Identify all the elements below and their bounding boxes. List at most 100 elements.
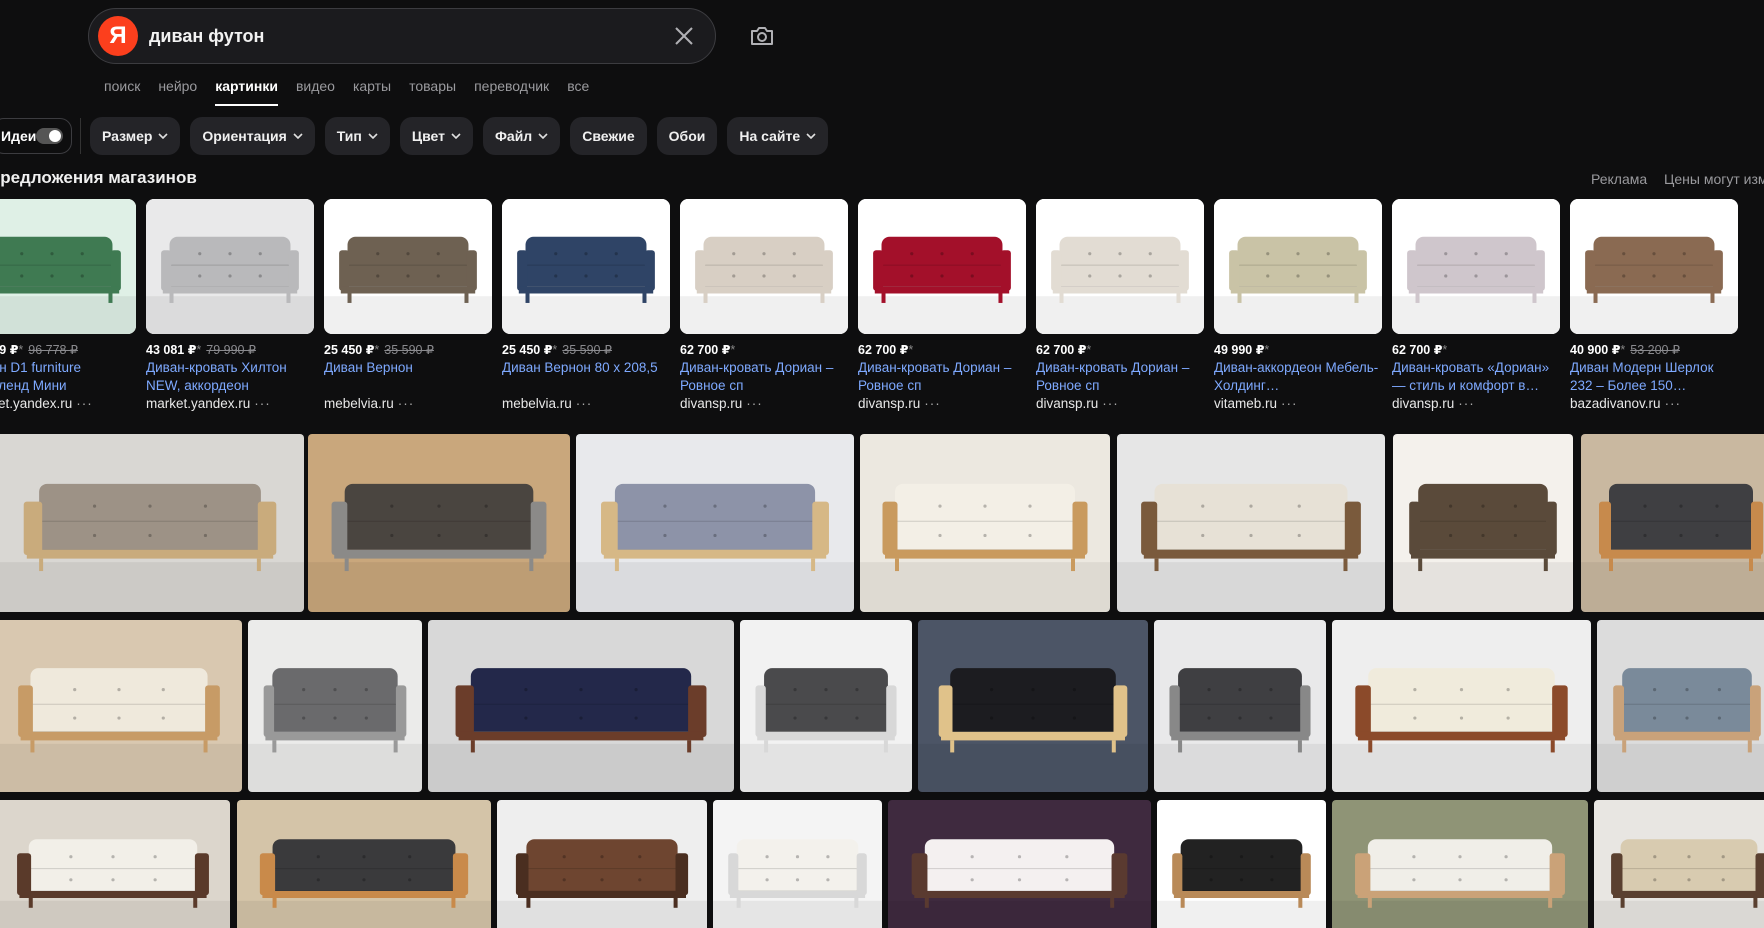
ad-label[interactable]: Реклама <box>1591 171 1647 187</box>
image-result[interactable] <box>428 620 734 792</box>
image-result[interactable] <box>0 800 230 928</box>
image-result[interactable] <box>713 800 882 928</box>
filter-chip[interactable]: Ориентация <box>190 117 315 155</box>
image-result[interactable] <box>1117 434 1385 612</box>
offer-image[interactable] <box>0 199 136 334</box>
offer-card[interactable]: 62 700 ₽* Диван-кровать Дориан – Ровное с… <box>680 199 848 411</box>
tab-3[interactable]: видео <box>296 76 335 106</box>
offer-title-link[interactable]: Диван Вернон <box>324 359 492 395</box>
camera-icon[interactable] <box>748 22 776 50</box>
image-result[interactable] <box>860 434 1110 612</box>
offer-title-link[interactable]: Диван-кровать Дориан – Ровное сп <box>1036 359 1204 395</box>
yandex-logo[interactable]: Я <box>98 16 138 56</box>
offer-image[interactable] <box>502 199 670 334</box>
offer-card[interactable]: 25 450 ₽* 35 590 ₽ Диван Вернон 80 х 208,5… <box>502 199 670 411</box>
offer-domain[interactable]: divansp.ru ··· <box>1036 395 1204 413</box>
tab-6[interactable]: переводчик <box>474 76 549 106</box>
offer-card[interactable]: 43 889 ₽* 96 778 ₽ Диван D1 furniture Порт… <box>0 199 136 411</box>
offer-domain[interactable]: mebelvia.ru ··· <box>324 395 492 413</box>
filter-chip[interactable]: Цвет <box>399 117 473 155</box>
tab-2[interactable]: картинки <box>215 76 278 106</box>
image-result[interactable] <box>740 620 912 792</box>
offer-card[interactable]: 43 081 ₽* 79 990 ₽ Диван-кровать Хилтон NE… <box>146 199 314 411</box>
offer-domain[interactable]: market.yandex.ru··· <box>146 395 314 413</box>
image-result[interactable] <box>0 620 242 792</box>
image-result[interactable] <box>1581 434 1764 612</box>
offer-image[interactable] <box>1214 199 1382 334</box>
offer-title-link[interactable]: Диван Вернон 80 х 208,5 <box>502 359 670 395</box>
toggle-switch-icon[interactable] <box>36 128 63 144</box>
search-bar[interactable]: Я диван футон <box>88 8 716 64</box>
offer-card[interactable]: 62 700 ₽* Диван-кровать Дориан – Ровное с… <box>858 199 1026 411</box>
offer-image[interactable] <box>1036 199 1204 334</box>
more-icon[interactable]: ··· <box>746 396 763 411</box>
image-result[interactable] <box>1594 800 1764 928</box>
more-icon[interactable]: ··· <box>1102 396 1119 411</box>
offer-image[interactable] <box>324 199 492 334</box>
more-icon[interactable]: ··· <box>76 396 93 411</box>
offer-title-link[interactable]: Диван D1 furniture Портленд Мини <box>0 359 136 395</box>
tab-7[interactable]: все <box>567 76 589 106</box>
image-result[interactable] <box>1332 800 1588 928</box>
more-icon[interactable]: ··· <box>1281 396 1298 411</box>
offer-domain[interactable]: market.yandex.ru··· <box>0 395 136 413</box>
more-icon[interactable]: ··· <box>1458 396 1475 411</box>
close-icon[interactable] <box>671 23 697 49</box>
image-result[interactable] <box>918 620 1148 792</box>
offer-domain[interactable]: mebelvia.ru ··· <box>502 395 670 413</box>
offer-card[interactable]: 49 990 ₽* Диван-аккордеон Мебель-Холдинг…… <box>1214 199 1382 411</box>
more-icon[interactable]: ··· <box>254 396 271 411</box>
image-result[interactable] <box>888 800 1151 928</box>
offer-image[interactable] <box>1392 199 1560 334</box>
offer-title-link[interactable]: Диван-кровать Дориан – Ровное сп <box>858 359 1026 395</box>
filter-chip[interactable]: Размер <box>90 117 181 155</box>
more-icon[interactable]: ··· <box>1665 396 1682 411</box>
offer-title-link[interactable]: Диван-кровать «Дориан» — стиль и комфорт… <box>1392 359 1560 395</box>
offer-price: 25 450 ₽ <box>324 343 375 357</box>
image-result[interactable] <box>497 800 707 928</box>
offer-card[interactable]: 62 700 ₽* Диван-кровать «Дориан» — стиль … <box>1392 199 1560 411</box>
more-icon[interactable]: ··· <box>924 396 941 411</box>
image-result[interactable] <box>576 434 854 612</box>
offer-image[interactable] <box>680 199 848 334</box>
image-result[interactable] <box>237 800 491 928</box>
ideas-toggle[interactable]: Идеи <box>0 118 72 154</box>
tab-5[interactable]: товары <box>409 76 456 106</box>
image-result[interactable] <box>1154 620 1326 792</box>
offer-title-link[interactable]: Диван-кровать Дориан – Ровное сп <box>680 359 848 395</box>
filter-chip[interactable]: Тип <box>324 117 390 155</box>
offer-image[interactable] <box>1570 199 1738 334</box>
more-icon[interactable]: ··· <box>576 396 593 411</box>
tab-1[interactable]: нейро <box>158 76 197 106</box>
filter-chip[interactable]: Свежие <box>570 117 647 155</box>
image-result[interactable] <box>248 620 422 792</box>
filter-chip[interactable]: Файл <box>482 117 561 155</box>
image-result[interactable] <box>1157 800 1326 928</box>
offer-card[interactable]: 25 450 ₽* 35 590 ₽ Диван Вернон mebelvia.ru… <box>324 199 492 411</box>
offer-title-link[interactable]: Диван-аккордеон Мебель-Холдинг… <box>1214 359 1382 395</box>
image-result[interactable] <box>308 434 570 612</box>
offer-domain[interactable]: bazadivanov.ru ··· <box>1570 395 1738 413</box>
offer-title-link[interactable]: Диван-кровать Хилтон NEW, аккордеон <box>146 359 314 395</box>
image-result[interactable] <box>1597 620 1764 792</box>
price-asterisk: * <box>1442 343 1448 357</box>
offer-title-link[interactable]: Диван Модерн Шерлок 232 – Более 150… <box>1570 359 1738 395</box>
more-icon[interactable]: ··· <box>398 396 415 411</box>
image-result[interactable] <box>1393 434 1573 612</box>
filter-chip[interactable]: Обои <box>656 117 718 155</box>
offer-domain[interactable]: divansp.ru ··· <box>680 395 848 413</box>
offer-domain[interactable]: divansp.ru ··· <box>1392 395 1560 413</box>
tab-0[interactable]: поиск <box>104 76 140 106</box>
offer-card[interactable]: 62 700 ₽* Диван-кровать Дориан – Ровное с… <box>1036 199 1204 411</box>
image-result[interactable] <box>1332 620 1591 792</box>
filter-chip-label: Тип <box>336 128 362 144</box>
offer-image[interactable] <box>146 199 314 334</box>
offer-card[interactable]: 40 900 ₽* 53 200 ₽ Диван Модерн Шерлок 232… <box>1570 199 1738 411</box>
tab-4[interactable]: карты <box>353 76 391 106</box>
image-result[interactable] <box>0 434 304 612</box>
offer-image[interactable] <box>858 199 1026 334</box>
offer-domain[interactable]: vitameb.ru ··· <box>1214 395 1382 413</box>
offer-domain[interactable]: divansp.ru ··· <box>858 395 1026 413</box>
search-input[interactable]: диван футон <box>149 9 264 63</box>
filter-chip[interactable]: На сайте <box>727 117 829 155</box>
